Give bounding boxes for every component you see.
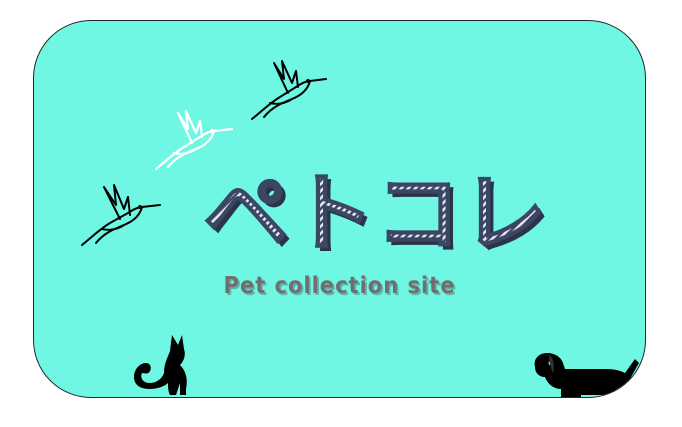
hummingbird-icon bbox=[248, 59, 328, 125]
site-title-text-fill: ペトコレ bbox=[203, 164, 547, 261]
site-logo-title: ペトコレ ペトコレ bbox=[190, 161, 560, 261]
cat-silhouette-icon bbox=[128, 333, 198, 397]
dog-silhouette-icon bbox=[531, 349, 641, 397]
hummingbird-icon bbox=[78, 181, 162, 249]
banner-card: ペトコレ ペトコレ Pet collection site bbox=[33, 20, 646, 398]
site-subtitle: Pet collection site bbox=[223, 273, 456, 299]
